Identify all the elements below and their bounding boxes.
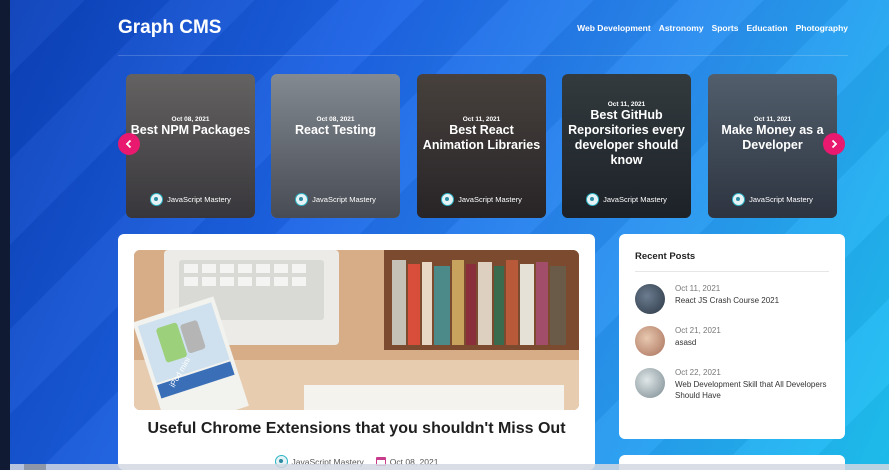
post-thumbnail xyxy=(635,368,665,398)
recent-post-date: Oct 22, 2021 xyxy=(675,368,721,377)
author-avatar xyxy=(295,193,309,206)
chevron-right-icon xyxy=(831,139,838,149)
carousel-card[interactable]: Oct 11, 2021 Best GitHub Reporsitories e… xyxy=(562,74,691,218)
carousel-card[interactable]: Oct 11, 2021 Make Money as a Developer J… xyxy=(708,74,837,218)
card-title: Make Money as a Developer xyxy=(721,123,824,152)
recent-posts-widget: Recent Posts Oct 11, 2021 React JS Crash… xyxy=(619,234,845,439)
post-thumbnail xyxy=(635,284,665,314)
carousel-next-button[interactable] xyxy=(823,133,845,155)
recent-post-date: Oct 21, 2021 xyxy=(675,326,721,335)
card-author: JavaScript Mastery xyxy=(417,193,546,206)
author-name: JavaScript Mastery xyxy=(749,195,813,204)
carousel-card[interactable]: Oct 11, 2021 Best React Animation Librar… xyxy=(417,74,546,218)
recent-post-item[interactable]: Oct 21, 2021 asasd xyxy=(635,326,829,356)
card-date: Oct 11, 2021 xyxy=(607,101,646,108)
card-date: Oct 08, 2021 xyxy=(171,116,210,123)
recent-post-title[interactable]: React JS Crash Course 2021 xyxy=(675,295,779,306)
author-avatar xyxy=(441,193,455,206)
brand-logo[interactable]: Graph CMS xyxy=(118,17,221,39)
author-name: JavaScript Mastery xyxy=(458,195,522,204)
card-title: Best GitHub Reporsitories every develope… xyxy=(568,108,685,167)
card-author: JavaScript Mastery xyxy=(126,193,255,206)
recent-post-item[interactable]: Oct 22, 2021 Web Development Skill that … xyxy=(635,368,829,401)
carousel-card[interactable]: Oct 08, 2021 Best NPM Packages JavaScrip… xyxy=(126,74,255,218)
author-name: JavaScript Mastery xyxy=(312,195,376,204)
post-illustration: iPod mini xyxy=(134,250,579,410)
recent-post-date: Oct 11, 2021 xyxy=(675,284,721,293)
author-avatar xyxy=(586,193,600,206)
author-name: JavaScript Mastery xyxy=(167,195,231,204)
recent-post-title[interactable]: Web Development Skill that All Developer… xyxy=(675,379,829,401)
window-edge xyxy=(0,0,10,470)
featured-post-card[interactable]: iPod mini Useful Chrome Extensions that … xyxy=(118,234,595,470)
card-author: JavaScript Mastery xyxy=(708,193,837,206)
chevron-left-icon xyxy=(125,139,132,149)
author-avatar xyxy=(732,193,746,206)
nav-web-development[interactable]: Web Development xyxy=(577,23,651,33)
carousel-prev-button[interactable] xyxy=(118,133,140,155)
scrollbar-thumb[interactable] xyxy=(24,464,46,470)
nav-astronomy[interactable]: Astronomy xyxy=(659,23,704,33)
site-header: Graph CMS Web Development Astronomy Spor… xyxy=(118,0,848,56)
nav-education[interactable]: Education xyxy=(746,23,787,33)
post-thumbnail xyxy=(635,326,665,356)
nav-sports[interactable]: Sports xyxy=(712,23,739,33)
card-date: Oct 11, 2021 xyxy=(753,116,792,123)
card-author: JavaScript Mastery xyxy=(562,193,691,206)
card-title: Best React Animation Libraries xyxy=(422,123,541,152)
author-name: JavaScript Mastery xyxy=(603,195,667,204)
card-title: Best NPM Packages xyxy=(130,123,251,137)
post-title[interactable]: Useful Chrome Extensions that you should… xyxy=(118,420,595,438)
post-image[interactable]: iPod mini xyxy=(134,250,579,410)
recent-post-title[interactable]: asasd xyxy=(675,337,721,348)
card-title: React Testing xyxy=(294,123,377,137)
featured-carousel: Oct 08, 2021 Best NPM Packages JavaScrip… xyxy=(126,74,837,218)
recent-posts-heading: Recent Posts xyxy=(635,251,829,272)
card-date: Oct 11, 2021 xyxy=(462,116,501,123)
horizontal-scrollbar[interactable] xyxy=(10,464,889,470)
category-nav: Web Development Astronomy Sports Educati… xyxy=(577,23,848,33)
author-avatar xyxy=(150,193,164,206)
card-author: JavaScript Mastery xyxy=(271,193,400,206)
recent-post-item[interactable]: Oct 11, 2021 React JS Crash Course 2021 xyxy=(635,284,829,314)
card-date: Oct 08, 2021 xyxy=(316,116,355,123)
carousel-card[interactable]: Oct 08, 2021 React Testing JavaScript Ma… xyxy=(271,74,400,218)
nav-photography[interactable]: Photography xyxy=(796,23,848,33)
